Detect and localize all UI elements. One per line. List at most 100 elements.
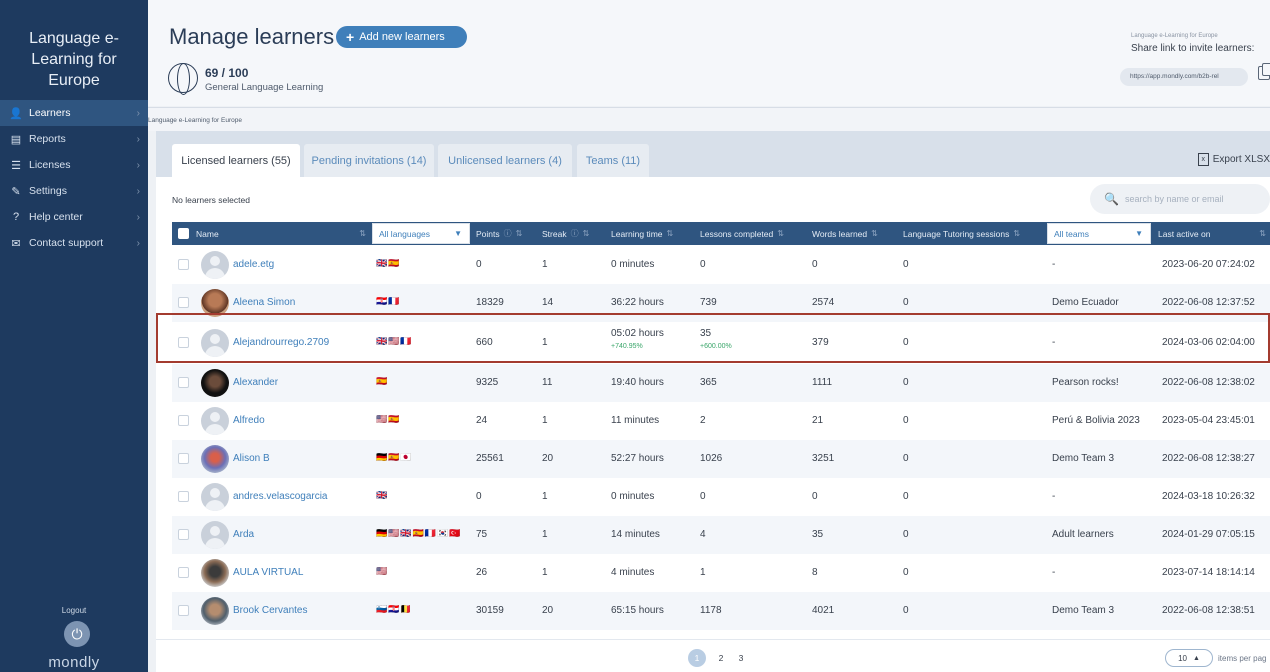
table-row[interactable]: Alison B 🇩🇪🇪🇸🇯🇵 25561 20 52:27 hours 102… bbox=[172, 440, 1270, 478]
tab-unlicensed-learners[interactable]: Unlicensed learners (4) bbox=[438, 144, 572, 177]
sidebar-item-help-center[interactable]: ? Help center › bbox=[0, 204, 148, 230]
sidebar-item-label: Reports bbox=[29, 133, 66, 145]
table-row[interactable]: Alejandrourrego.2709 🇬🇧🇺🇸🇫🇷 660 1 05:02 … bbox=[172, 322, 1270, 364]
table-row[interactable]: Brook Cervantes 🇸🇮🇭🇷🇧🇪 30159 20 65:15 ho… bbox=[172, 592, 1270, 630]
table-row[interactable]: AULA VIRTUAL 🇺🇸 26 1 4 minutes 1 8 0 - 2… bbox=[172, 554, 1270, 592]
learner-name-link[interactable]: Aleena Simon bbox=[233, 297, 295, 308]
sidebar-item-contact-support[interactable]: ✉ Contact support › bbox=[0, 230, 148, 256]
row-checkbox[interactable] bbox=[178, 297, 189, 308]
table-row[interactable]: Arda 🇩🇪🇺🇸🇬🇧🇪🇸🇫🇷🇰🇷🇹🇷 75 1 14 minutes 4 35… bbox=[172, 516, 1270, 554]
tutoring-value: 0 bbox=[903, 415, 909, 426]
column-tutoring-sessions[interactable]: Language Tutoring sessions ⇅ bbox=[903, 222, 1049, 245]
share-org-label: Language e-Learning for Europe bbox=[1131, 33, 1218, 39]
words-value: 0 bbox=[812, 259, 818, 270]
sidebar-item-licenses[interactable]: ☰ Licenses › bbox=[0, 152, 148, 178]
learner-name-link[interactable]: adele.etg bbox=[233, 259, 274, 270]
row-checkbox[interactable] bbox=[178, 415, 189, 426]
lessons-value: 0 bbox=[700, 491, 706, 502]
pagination: 1 2 3 10 ▲ items per pag bbox=[156, 639, 1270, 672]
row-checkbox[interactable] bbox=[178, 529, 189, 540]
team-value: Perú & Bolivia 2023 bbox=[1052, 415, 1140, 426]
row-checkbox[interactable] bbox=[178, 567, 189, 578]
add-learners-button[interactable]: + Add new learners bbox=[336, 26, 467, 48]
caret-up-icon: ▲ bbox=[1192, 654, 1200, 662]
sidebar-item-learners[interactable]: 👤 Learners › bbox=[0, 100, 148, 126]
reports-icon: ▤ bbox=[10, 133, 22, 146]
teams-filter[interactable]: All teams ▼ bbox=[1047, 223, 1151, 244]
tutoring-value: 0 bbox=[903, 377, 909, 388]
column-name[interactable]: Name ⇅ bbox=[196, 222, 372, 245]
sidebar: Language e-Learning for Europe 👤 Learners… bbox=[0, 0, 148, 672]
words-value: 21 bbox=[812, 415, 824, 426]
plus-icon: + bbox=[346, 29, 355, 45]
column-learning-time[interactable]: Learning time ⇅ bbox=[611, 222, 697, 245]
learner-name-link[interactable]: Alexander bbox=[233, 377, 278, 388]
table-row[interactable]: adele.etg 🇬🇧🇪🇸 0 1 0 minutes 0 0 0 - 202… bbox=[172, 246, 1270, 284]
row-checkbox[interactable] bbox=[178, 337, 189, 348]
select-all-checkbox[interactable] bbox=[178, 228, 189, 239]
streak-value: 1 bbox=[542, 337, 548, 348]
tab-licensed-learners[interactable]: Licensed learners (55) bbox=[172, 144, 300, 177]
column-words-learned[interactable]: Words learned ⇅ bbox=[812, 222, 902, 245]
page-button-1[interactable]: 1 bbox=[688, 649, 706, 667]
tutoring-value: 0 bbox=[903, 297, 909, 308]
items-per-page-select[interactable]: 10 ▲ bbox=[1165, 649, 1213, 667]
row-checkbox[interactable] bbox=[178, 259, 189, 270]
table-row[interactable]: Alfredo 🇺🇸🇪🇸 24 1 11 minutes 2 21 0 Perú… bbox=[172, 402, 1270, 440]
language-flags: 🇪🇸 bbox=[376, 376, 389, 386]
page-button-2[interactable]: 2 bbox=[712, 649, 730, 667]
help-icon: ? bbox=[12, 211, 20, 223]
column-lessons-completed[interactable]: Lessons completed ⇅ bbox=[700, 222, 810, 245]
share-link-field[interactable]: https://app.mondly.com/b2b-rel bbox=[1120, 68, 1248, 86]
sidebar-item-settings[interactable]: ✎ Settings › bbox=[0, 178, 148, 204]
tab-teams[interactable]: Teams (11) bbox=[577, 144, 649, 177]
column-points[interactable]: Points ⓘ ⇅ bbox=[476, 222, 540, 245]
table-row[interactable]: Aleena Simon 🇭🇷🇫🇷 18329 14 36:22 hours 7… bbox=[172, 284, 1270, 322]
last-active-value: 2024-03-06 02:04:00 bbox=[1162, 337, 1255, 348]
tutoring-value: 0 bbox=[903, 567, 909, 578]
learning-time-value: 05:02 hours bbox=[611, 328, 664, 339]
power-icon[interactable]: ⏻ bbox=[64, 621, 90, 647]
column-lessons-label: Lessons completed bbox=[700, 228, 774, 239]
column-streak[interactable]: Streak ⓘ ⇅ bbox=[542, 222, 608, 245]
table-row[interactable]: andres.velascogarcia 🇬🇧 0 1 0 minutes 0 … bbox=[172, 478, 1270, 516]
avatar bbox=[201, 597, 229, 625]
learner-name-link[interactable]: andres.velascogarcia bbox=[233, 491, 328, 502]
column-words-label: Words learned bbox=[812, 228, 868, 239]
tutoring-value: 0 bbox=[903, 529, 909, 540]
sidebar-item-reports[interactable]: ▤ Reports › bbox=[0, 126, 148, 152]
settings-icon: ✎ bbox=[11, 185, 21, 198]
table-row[interactable]: Alexander 🇪🇸 9325 11 19:40 hours 365 111… bbox=[172, 364, 1270, 402]
row-checkbox[interactable] bbox=[178, 377, 189, 388]
search-input[interactable]: 🔍 search by name or email bbox=[1090, 184, 1270, 214]
points-value: 660 bbox=[476, 337, 493, 348]
column-last-active[interactable]: Last active on ⇅ bbox=[1158, 222, 1270, 245]
learner-name-link[interactable]: Alejandrourrego.2709 bbox=[233, 337, 329, 348]
points-value: 9325 bbox=[476, 377, 499, 388]
learners-panel: No learners selected 🔍 search by name or … bbox=[156, 177, 1270, 672]
page-button-3[interactable]: 3 bbox=[732, 649, 750, 667]
learner-name-link[interactable]: Brook Cervantes bbox=[233, 605, 307, 616]
row-checkbox[interactable] bbox=[178, 491, 189, 502]
points-value: 18329 bbox=[476, 297, 504, 308]
last-active-value: 2022-06-08 12:38:02 bbox=[1162, 377, 1255, 388]
export-xlsx-button[interactable]: x Export XLSX bbox=[1197, 153, 1270, 166]
avatar bbox=[201, 559, 229, 587]
sort-icon: ⇅ bbox=[359, 229, 366, 238]
learner-name-link[interactable]: Alfredo bbox=[233, 415, 265, 426]
tab-pending-invitations[interactable]: Pending invitations (14) bbox=[304, 144, 434, 177]
last-active-value: 2023-05-04 23:45:01 bbox=[1162, 415, 1255, 426]
team-value: - bbox=[1052, 491, 1056, 502]
sidebar-item-label: Licenses bbox=[29, 159, 71, 171]
words-value: 8 bbox=[812, 567, 818, 578]
streak-value: 1 bbox=[542, 567, 548, 578]
avatar bbox=[201, 521, 229, 549]
learner-name-link[interactable]: Alison B bbox=[233, 453, 270, 464]
languages-filter[interactable]: All languages ▼ bbox=[372, 223, 470, 244]
row-checkbox[interactable] bbox=[178, 605, 189, 616]
logout-label: Logout bbox=[61, 606, 87, 615]
learner-name-link[interactable]: AULA VIRTUAL bbox=[233, 567, 303, 578]
row-checkbox[interactable] bbox=[178, 453, 189, 464]
copy-icon[interactable] bbox=[1258, 63, 1270, 80]
learner-name-link[interactable]: Arda bbox=[233, 529, 254, 540]
